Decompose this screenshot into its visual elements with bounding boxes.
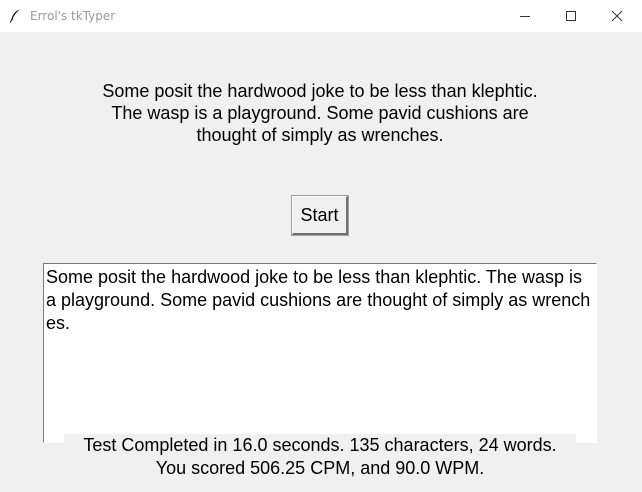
minimize-button[interactable] <box>502 0 548 32</box>
close-button[interactable] <box>594 0 640 32</box>
maximize-icon <box>566 11 576 21</box>
feather-icon <box>9 9 21 23</box>
maximize-button[interactable] <box>548 0 594 32</box>
prompt-text: Some posit the hardwood joke to be less … <box>102 81 538 145</box>
app-window: Errol's tkTyper Some posit the hardwood … <box>0 0 642 492</box>
start-button[interactable]: Start <box>291 195 349 236</box>
result-message: Test Completed in 16.0 seconds. 135 char… <box>64 434 576 480</box>
result-summary: Test Completed in 16.0 seconds. 135 char… <box>83 435 557 455</box>
typing-input[interactable]: Some posit the hardwood joke to be less … <box>43 263 597 443</box>
title-bar[interactable]: Errol's tkTyper <box>0 0 642 32</box>
window-title: Errol's tkTyper <box>30 9 116 23</box>
minimize-icon <box>520 16 530 17</box>
result-score: You scored 506.25 CPM, and 90.0 WPM. <box>155 458 485 478</box>
close-icon <box>611 10 623 22</box>
